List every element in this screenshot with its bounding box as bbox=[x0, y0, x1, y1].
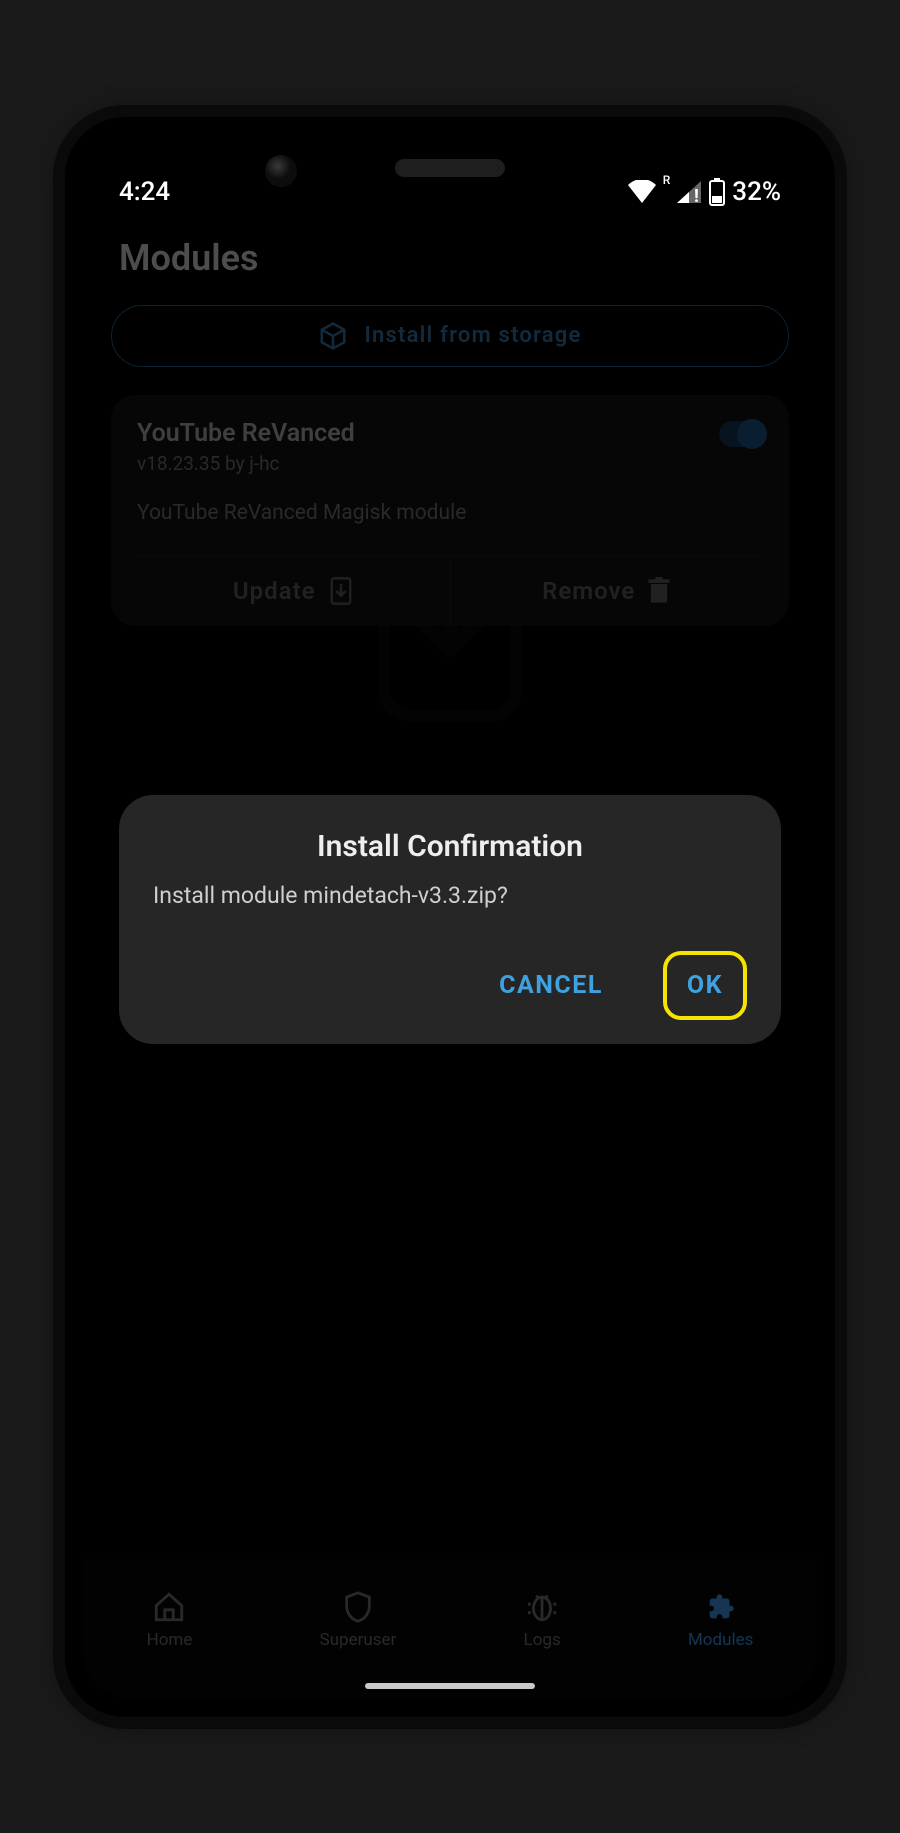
device-frame: 4:24 R ! 32% Modules Install from storag… bbox=[65, 117, 835, 1717]
status-right: R ! 32% bbox=[627, 177, 781, 207]
battery-percent: 32% bbox=[732, 177, 781, 207]
earpiece-speaker bbox=[395, 159, 505, 177]
signal-icon: ! bbox=[676, 180, 702, 204]
front-camera bbox=[265, 155, 297, 187]
cancel-button[interactable]: CANCEL bbox=[479, 955, 623, 1016]
wifi-icon bbox=[627, 180, 657, 204]
ok-button[interactable]: OK bbox=[663, 951, 747, 1020]
dialog-title: Install Confirmation bbox=[153, 829, 747, 864]
roaming-indicator: R bbox=[663, 173, 671, 187]
home-indicator[interactable] bbox=[365, 1683, 535, 1689]
battery-icon bbox=[708, 178, 726, 206]
install-confirmation-dialog: Install Confirmation Install module mind… bbox=[119, 795, 781, 1044]
status-time: 4:24 bbox=[119, 177, 170, 207]
svg-text:!: ! bbox=[694, 186, 699, 204]
app-content: Modules Install from storage YouTube ReV… bbox=[83, 215, 817, 1699]
dialog-message: Install module mindetach-v3.3.zip? bbox=[153, 882, 747, 909]
screen: 4:24 R ! 32% Modules Install from storag… bbox=[83, 135, 817, 1699]
